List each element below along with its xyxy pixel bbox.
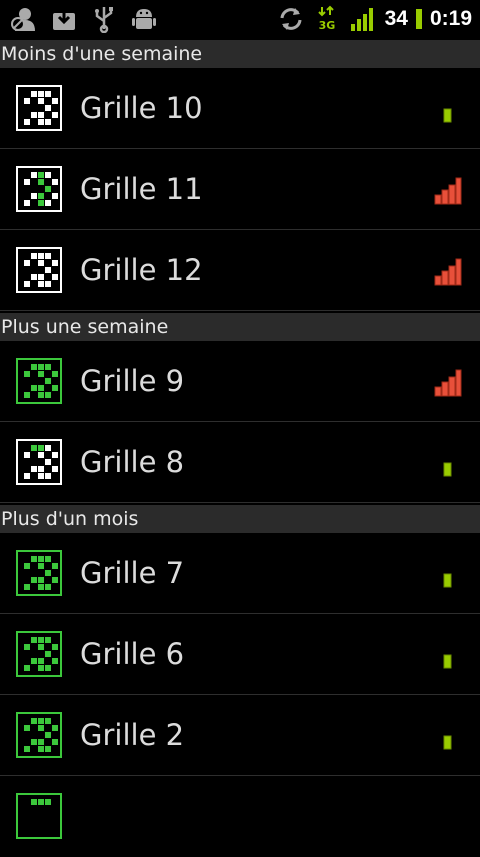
battery-level: 34: [384, 7, 408, 30]
difficulty-hard-icon: [434, 250, 462, 290]
signal-strength-icon: [350, 8, 373, 31]
difficulty-hard-icon: [434, 169, 462, 209]
section-header-more-than-week: Plus une semaine: [0, 313, 480, 341]
grid-title: Grille 8: [80, 445, 185, 479]
list-item[interactable]: Grille 8: [0, 422, 480, 503]
difficulty-easy-icon: [434, 634, 462, 674]
grid-thumbnail-icon: [16, 712, 62, 758]
grid-title: Grille 2: [80, 718, 185, 752]
grid-title: Grille 7: [80, 556, 185, 590]
grid-thumbnail-icon: [16, 631, 62, 677]
list-item[interactable]: Grille 12: [0, 230, 480, 311]
grid-title: Grille 12: [80, 253, 203, 287]
section-header-more-than-month: Plus d'un mois: [0, 505, 480, 533]
difficulty-easy-icon: [434, 715, 462, 755]
list-item[interactable]: [0, 776, 480, 857]
difficulty-hard-icon: [434, 361, 462, 401]
usb-icon: [95, 7, 113, 33]
grid-title: Grille 9: [80, 364, 185, 398]
grid-thumbnail-icon: [16, 358, 62, 404]
difficulty-easy-icon: [434, 553, 462, 593]
download-icon: [53, 8, 75, 30]
list-item[interactable]: Grille 2: [0, 695, 480, 776]
status-bar-system: 3G 34 0:19: [277, 4, 472, 34]
list-item[interactable]: Grille 11: [0, 149, 480, 230]
list-item[interactable]: Grille 9: [0, 341, 480, 422]
battery-icon: [415, 9, 422, 29]
status-bar-notifications: [10, 4, 158, 34]
svg-text:3G: 3G: [318, 19, 335, 32]
grid-thumbnail-icon: [16, 166, 62, 212]
difficulty-easy-icon: [434, 442, 462, 482]
grid-title: Grille 11: [80, 172, 203, 206]
clock: 0:19: [429, 7, 472, 30]
grid-thumbnail-icon: [16, 247, 62, 293]
difficulty-easy-icon: [434, 88, 462, 128]
list-item[interactable]: Grille 10: [0, 68, 480, 149]
grid-title: Grille 10: [80, 91, 203, 125]
grid-thumbnail-icon: [16, 550, 62, 596]
gmail-contact-icon: [11, 8, 35, 31]
status-bar: 3G 34 0:19: [0, 0, 480, 38]
3g-signal-icon: 3G: [317, 5, 335, 32]
sync-icon: [280, 8, 302, 30]
list-item[interactable]: Grille 6: [0, 614, 480, 695]
grid-title: Grille 6: [80, 637, 185, 671]
section-header-less-than-week: Moins d'une semaine: [0, 40, 480, 68]
android-debug-icon: [132, 9, 156, 29]
grid-thumbnail-icon: [16, 439, 62, 485]
grid-thumbnail-icon: [16, 85, 62, 131]
list-item[interactable]: Grille 7: [0, 533, 480, 614]
